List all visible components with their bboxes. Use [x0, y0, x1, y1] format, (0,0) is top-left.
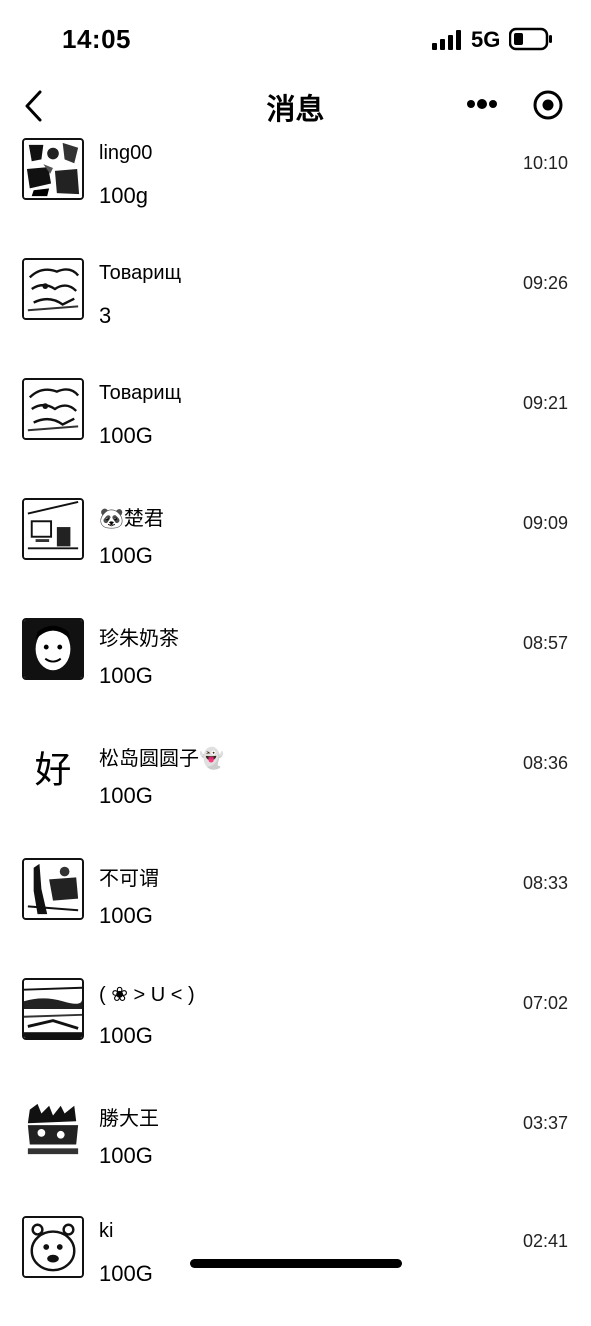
avatar[interactable] [22, 1216, 84, 1278]
contact-name: Товарищ [99, 382, 182, 404]
network-label: 5G [471, 27, 501, 52]
more-icon[interactable] [464, 94, 500, 114]
status-bar: 14:05 5G [0, 0, 591, 80]
page-title: 消息 [266, 94, 325, 126]
message-preview: 100G [99, 423, 153, 448]
contact-name: 珍朱奶茶 [99, 628, 179, 650]
list-item[interactable]: 不可谓 100G 08:33 [0, 858, 591, 968]
home-indicator[interactable] [190, 1259, 402, 1268]
message-preview: 100G [99, 903, 153, 928]
avatar-character: 好 [35, 749, 72, 792]
contact-name: 松岛圆圆子👻 [99, 748, 224, 770]
message-preview: 100G [99, 1261, 153, 1286]
message-preview: 100G [99, 543, 153, 568]
list-item[interactable]: ki 100G 02:41 [0, 1216, 591, 1326]
message-time: 09:26 [522, 273, 568, 293]
list-item[interactable]: 🐼楚君 100G 09:09 [0, 498, 591, 608]
contact-name: Товарищ [99, 262, 182, 284]
contact-name: ( ❀ > U < ) [99, 984, 195, 1006]
avatar[interactable]: 好 [22, 738, 84, 800]
contact-name: 不可谓 [99, 868, 159, 890]
message-time: 10:10 [522, 153, 568, 173]
list-item[interactable]: ling00 100g 10:10 [0, 138, 591, 248]
message-time: 08:36 [522, 753, 568, 773]
avatar[interactable] [22, 1098, 84, 1160]
message-preview: 100G [99, 783, 153, 808]
avatar[interactable] [22, 978, 84, 1040]
message-time: 08:33 [522, 873, 568, 893]
message-time: 09:09 [522, 513, 568, 533]
avatar[interactable] [22, 138, 84, 200]
contact-name: 勝大王 [99, 1108, 159, 1130]
list-item[interactable]: 好 松岛圆圆子👻 100G 08:36 [0, 738, 591, 848]
status-time: 14:05 [62, 24, 131, 54]
contact-name: ling00 [99, 142, 153, 164]
contact-name: 🐼楚君 [99, 508, 164, 530]
message-time: 03:37 [522, 1113, 568, 1133]
message-preview: 100G [99, 1023, 153, 1048]
list-item[interactable]: ( ❀ > U < ) 100G 07:02 [0, 978, 591, 1088]
signal-icon [432, 30, 462, 50]
battery-icon [508, 27, 553, 51]
message-preview: 100G [99, 1143, 153, 1168]
message-preview: 100G [99, 663, 153, 688]
avatar[interactable] [22, 258, 84, 320]
message-time: 08:57 [522, 633, 568, 653]
list-item[interactable]: 珍朱奶茶 100G 08:57 [0, 618, 591, 728]
nav-bar: 消息 [0, 80, 591, 132]
message-preview: 100g [99, 183, 148, 208]
list-item[interactable]: 勝大王 100G 03:37 [0, 1098, 591, 1208]
contact-name: ki [99, 1220, 114, 1242]
message-time: 07:02 [522, 993, 568, 1013]
message-preview: 3 [99, 303, 112, 328]
list-item[interactable]: Товарищ 3 09:26 [0, 258, 591, 368]
avatar[interactable] [22, 858, 84, 920]
list-item[interactable]: Товарищ 100G 09:21 [0, 378, 591, 488]
message-time: 09:21 [522, 393, 568, 413]
avatar[interactable] [22, 618, 84, 680]
record-icon[interactable] [532, 89, 564, 121]
avatar[interactable] [22, 498, 84, 560]
message-time: 02:41 [522, 1231, 568, 1251]
avatar[interactable] [22, 378, 84, 440]
